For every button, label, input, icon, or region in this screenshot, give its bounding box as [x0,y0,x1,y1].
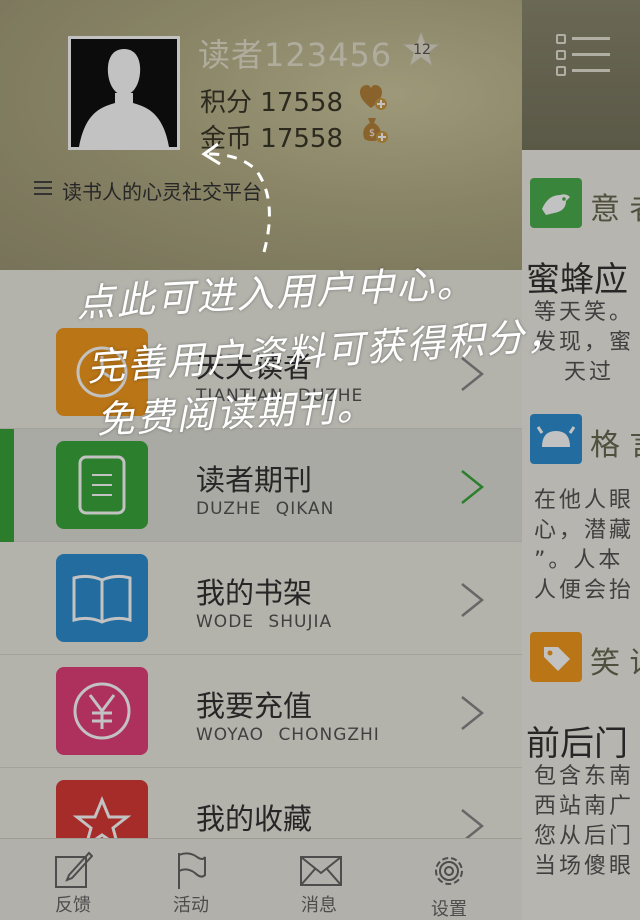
hint-arrow-icon [201,142,271,253]
guide-overlay[interactable]: 点此可进入用户中心。 完善用户资料可获得积分， 免费阅读期刊。 [0,0,640,920]
